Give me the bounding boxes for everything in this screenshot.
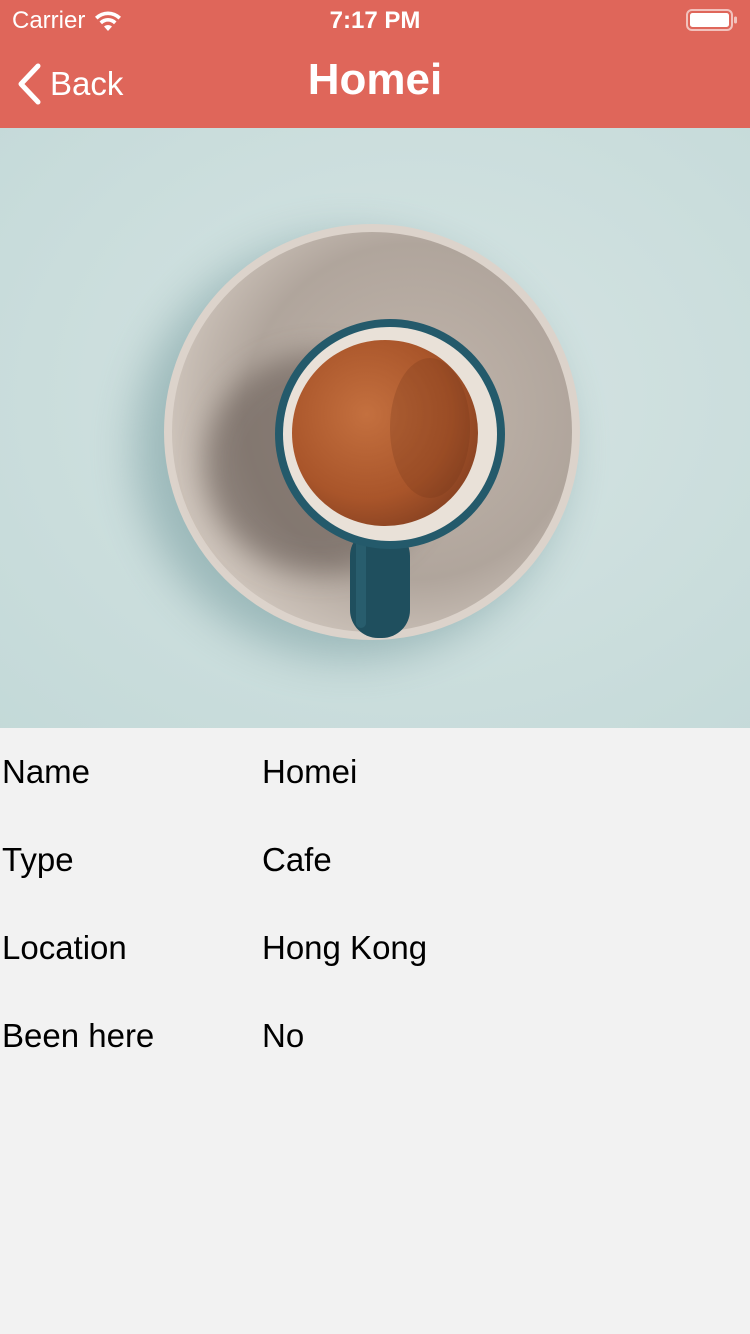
detail-row-name: Name Homei bbox=[0, 728, 750, 816]
detail-row-type: Type Cafe bbox=[0, 816, 750, 904]
detail-value: No bbox=[262, 1017, 305, 1054]
nav-bar: Back Homei bbox=[0, 40, 750, 128]
detail-label: Type bbox=[2, 841, 74, 878]
navigation-header: Carrier 7:17 PM Back Homei bbox=[0, 0, 750, 128]
battery-icon bbox=[686, 9, 737, 31]
detail-value: Hong Kong bbox=[262, 929, 428, 966]
status-bar: Carrier 7:17 PM bbox=[0, 0, 750, 40]
detail-label: Name bbox=[2, 753, 91, 790]
details-list: Name Homei Type Cafe Location Hong Kong … bbox=[0, 728, 750, 1080]
status-time: 7:17 PM bbox=[329, 7, 421, 34]
detail-label: Location bbox=[2, 929, 127, 966]
coffee-cup-photo bbox=[0, 128, 750, 728]
detail-row-been-here: Been here No bbox=[0, 992, 750, 1080]
detail-value: Homei bbox=[262, 753, 358, 790]
page-title: Homei bbox=[307, 55, 443, 104]
restaurant-photo bbox=[0, 128, 750, 728]
detail-row-location: Location Hong Kong bbox=[0, 904, 750, 992]
detail-label: Been here bbox=[2, 1017, 155, 1054]
detail-value: Cafe bbox=[262, 841, 332, 878]
